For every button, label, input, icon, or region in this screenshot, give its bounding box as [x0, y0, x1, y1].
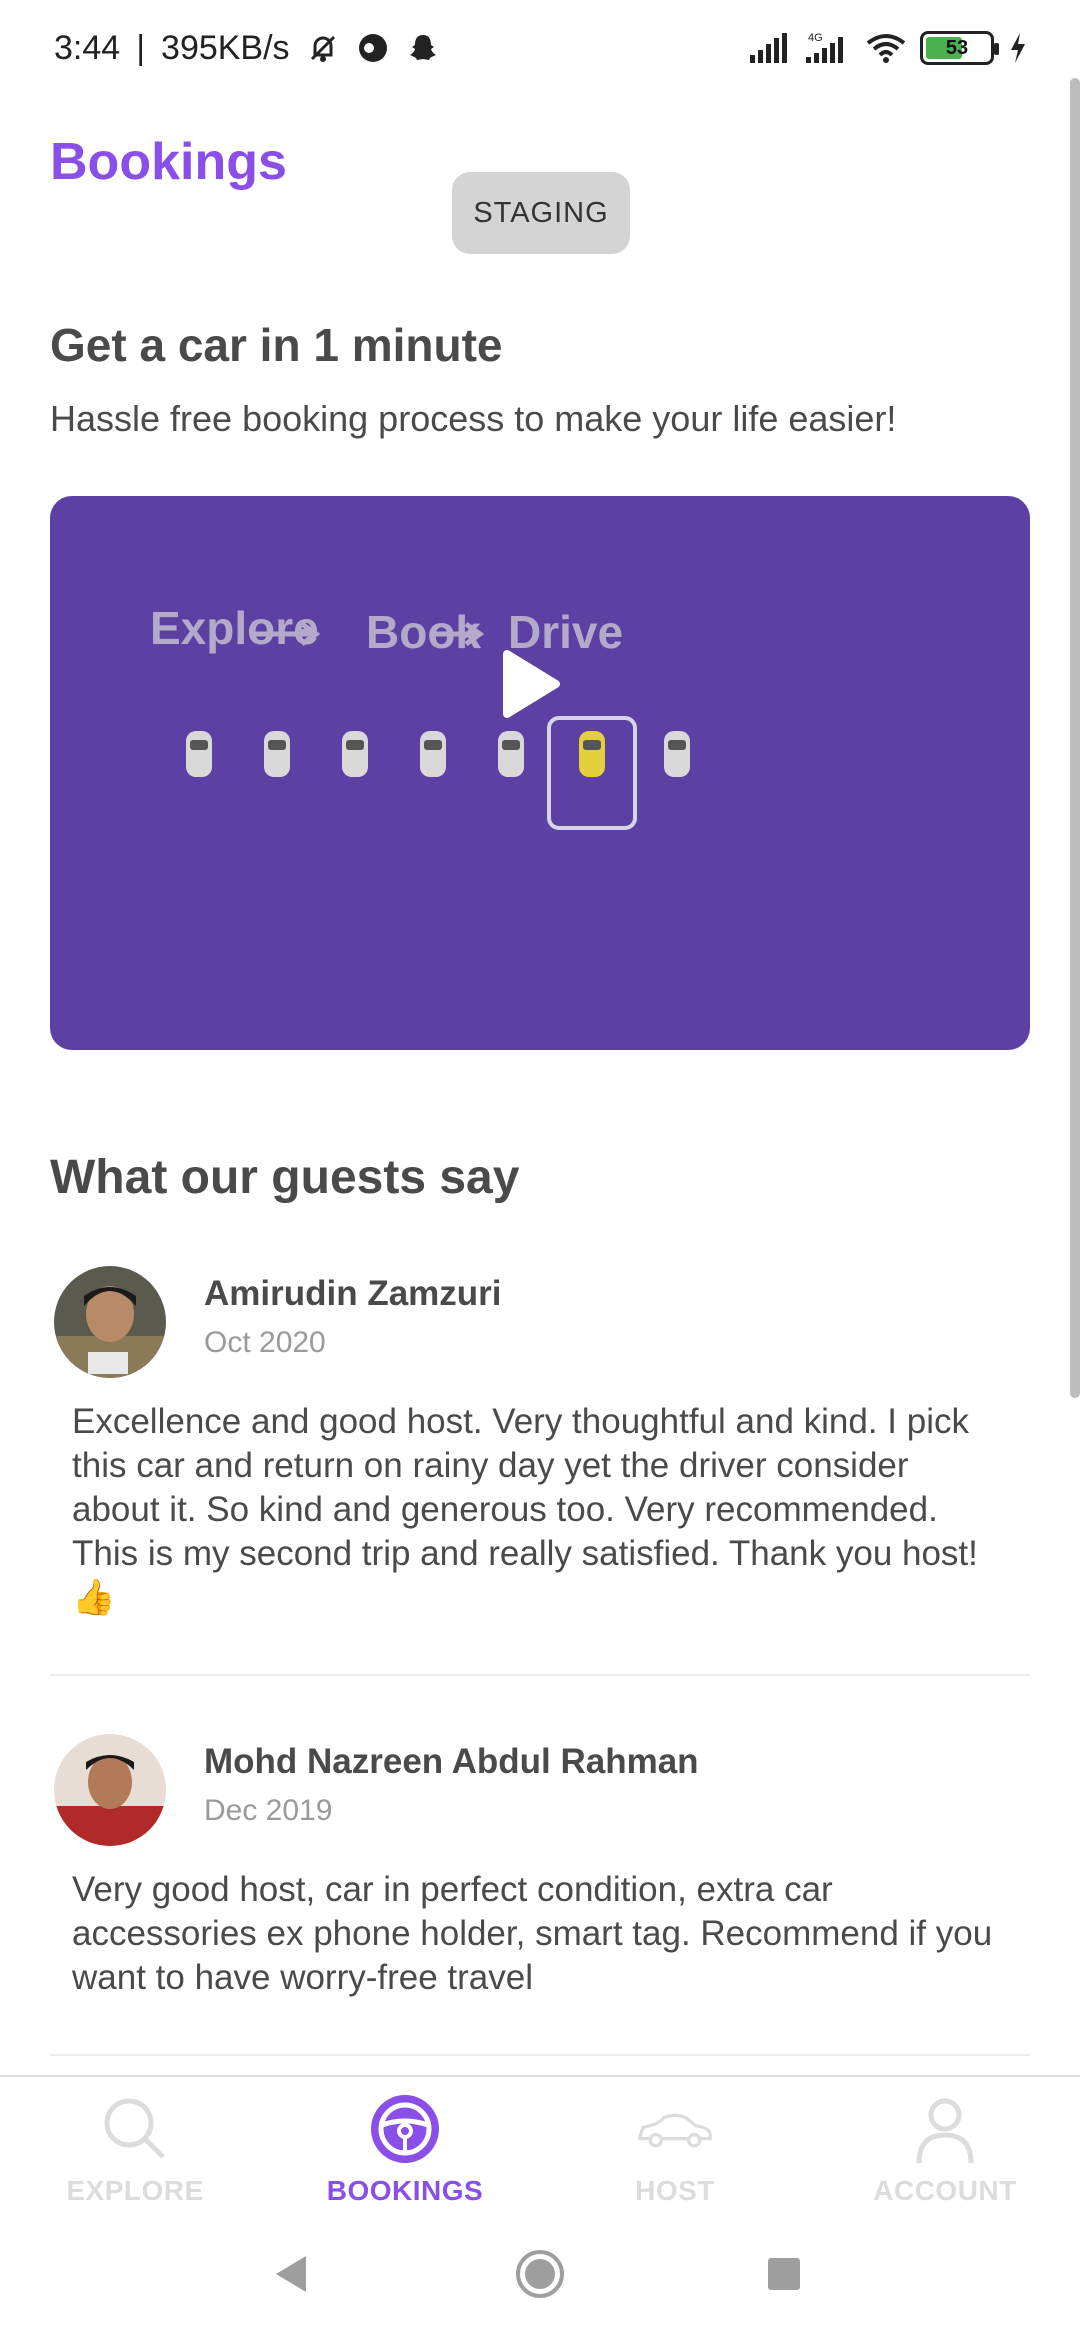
nav-item-host[interactable]: HOST [540, 2077, 810, 2212]
review-text: Excellence and good host. Very thoughtfu… [72, 1402, 978, 1617]
review-date: Dec 2019 [204, 1794, 333, 1827]
back-icon[interactable] [272, 2252, 312, 2296]
steering-wheel-icon [365, 2089, 445, 2169]
status-bar: 3:44 | 395KB/s 4G 53 [0, 0, 1080, 96]
snapchat-icon [406, 31, 440, 65]
signal-icon [750, 33, 787, 63]
status-time: 3:44 [54, 28, 121, 67]
reviews-title: What our guests say [50, 1151, 520, 1204]
review-card: Amirudin Zamzuri Oct 2020 Excellence and… [50, 1266, 1030, 1636]
status-left: 3:44 | 395KB/s [54, 29, 440, 68]
app-notification-icon [356, 31, 390, 65]
car-icon [498, 731, 524, 777]
reviewer-name: Amirudin Zamzuri [204, 1274, 502, 1313]
mute-bell-icon [306, 31, 340, 65]
nav-item-account[interactable]: ACCOUNT [810, 2077, 1080, 2212]
nav-label: HOST [635, 2175, 715, 2206]
person-icon [905, 2089, 985, 2169]
car-icon [342, 731, 368, 777]
search-icon [95, 2089, 175, 2169]
review-text: Very good host, car in perfect condition… [72, 1870, 993, 1997]
car-icon [186, 731, 212, 777]
video-step-explore: Explore [150, 602, 319, 654]
nav-label: BOOKINGS [326, 2175, 484, 2206]
status-right: 4G 53 [748, 31, 1028, 65]
avatar[interactable] [54, 1734, 166, 1846]
status-network-speed: 395KB/s [161, 28, 290, 67]
svg-text:4G: 4G [808, 32, 823, 44]
car-icon [264, 731, 290, 777]
intro-video[interactable]: Explore Book Drive [50, 496, 1030, 1050]
selected-car-icon [547, 716, 637, 830]
scrollbar[interactable] [1070, 78, 1080, 1398]
nav-item-explore[interactable]: EXPLORE [0, 2077, 270, 2212]
nav-item-bookings[interactable]: BOOKINGS [270, 2077, 540, 2212]
review-date: Oct 2020 [204, 1326, 326, 1359]
battery-indicator: 53 [920, 31, 999, 65]
hero-title: Get a car in 1 minute [50, 319, 503, 371]
video-step-drive: Drive [508, 606, 623, 658]
status-separator: | [136, 28, 146, 67]
battery-level: 53 [945, 36, 969, 59]
car-outline-icon [635, 2089, 715, 2169]
car-icon [420, 731, 446, 777]
page-title: Bookings [50, 133, 287, 191]
nav-label: ACCOUNT [873, 2175, 1017, 2206]
car-icon [664, 731, 690, 777]
signal-4g-icon: 4G [806, 32, 843, 63]
play-icon [503, 650, 560, 718]
avatar[interactable] [54, 1266, 166, 1378]
staging-badge: STAGING [452, 172, 630, 254]
video-illustration: Explore Book Drive [150, 602, 690, 830]
hero-subtitle: Hassle free booking process to make your… [50, 398, 897, 439]
divider [50, 2054, 1030, 2056]
review-card: Mohd Nazreen Abdul Rahman Dec 2019 Very … [50, 1734, 1030, 2034]
charging-icon [1011, 33, 1025, 63]
bottom-nav: EXPLORE BOOKINGS HOST ACCOUNT [0, 2075, 1080, 2210]
recents-icon[interactable] [766, 2256, 802, 2292]
nav-label: EXPLORE [66, 2175, 204, 2206]
wifi-icon [866, 34, 906, 63]
system-nav-bar [0, 2210, 1080, 2340]
divider [50, 1674, 1030, 1676]
reviewer-name: Mohd Nazreen Abdul Rahman [204, 1742, 699, 1781]
home-icon[interactable] [514, 2248, 566, 2300]
